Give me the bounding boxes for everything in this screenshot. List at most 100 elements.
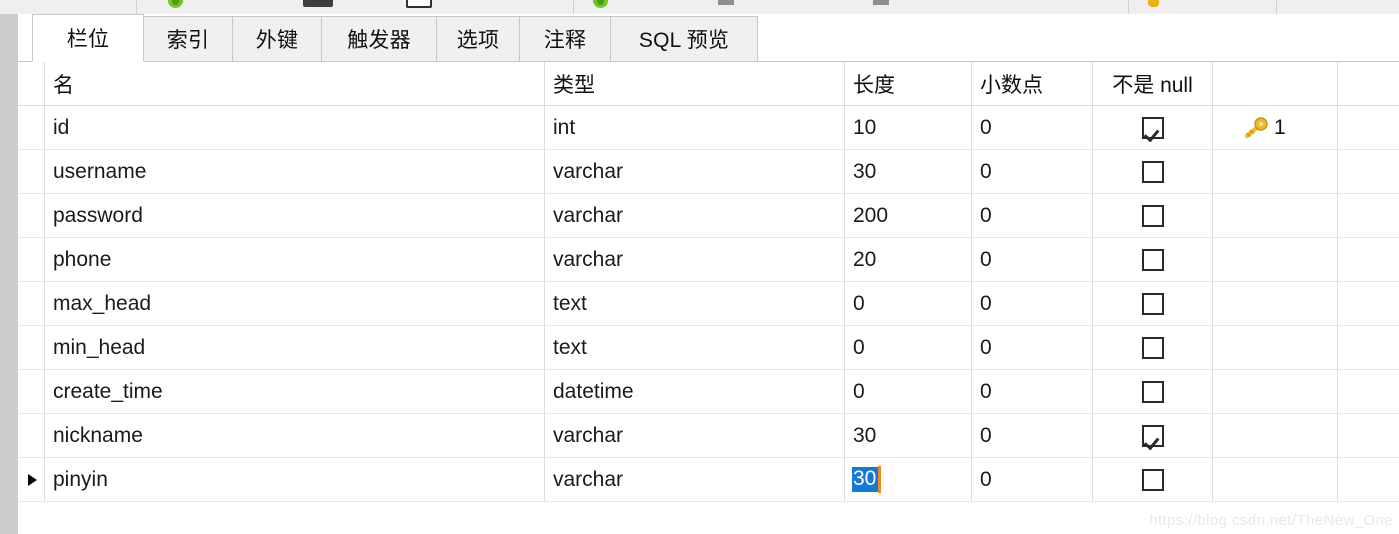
field-name-cell[interactable]: phone — [45, 238, 545, 281]
field-name-cell[interactable]: nickname — [45, 414, 545, 457]
field-name-cell[interactable]: min_head — [45, 326, 545, 369]
move-down-icon[interactable] — [873, 0, 889, 5]
row-marker-cell[interactable] — [18, 150, 45, 193]
field-name-cell[interactable]: id — [45, 106, 545, 149]
field-type-cell[interactable]: text — [545, 326, 845, 369]
not-null-checkbox-cell[interactable] — [1093, 326, 1213, 369]
row-marker-cell[interactable] — [18, 282, 45, 325]
row-marker-cell[interactable] — [18, 238, 45, 281]
primary-key-cell[interactable]: 1 — [1213, 106, 1338, 149]
field-decimals-cell[interactable]: 0 — [972, 282, 1093, 325]
field-type-cell[interactable]: varchar — [545, 194, 845, 237]
checkbox-unchecked-icon[interactable] — [1141, 336, 1164, 359]
column-primary-key-header[interactable] — [1213, 62, 1338, 105]
field-type-cell[interactable]: varchar — [545, 414, 845, 457]
table-row[interactable]: phone varchar 20 0 — [18, 238, 1399, 282]
not-null-checkbox-cell[interactable] — [1093, 414, 1213, 457]
row-marker-cell[interactable] — [18, 370, 45, 413]
field-decimals-cell[interactable]: 0 — [972, 238, 1093, 281]
field-decimals-cell[interactable]: 0 — [972, 370, 1093, 413]
column-length-header[interactable]: 长度 — [845, 62, 972, 105]
field-decimals-cell[interactable]: 0 — [972, 326, 1093, 369]
field-decimals-cell[interactable]: 0 — [972, 194, 1093, 237]
field-name-cell[interactable]: username — [45, 150, 545, 193]
primary-key-cell[interactable] — [1213, 370, 1338, 413]
add-field-icon[interactable] — [168, 0, 183, 8]
row-marker-cell[interactable] — [18, 326, 45, 369]
column-decimals-header[interactable]: 小数点 — [972, 62, 1093, 105]
checkbox-unchecked-icon[interactable] — [1141, 248, 1164, 271]
primary-key-cell[interactable] — [1213, 326, 1338, 369]
export-window-icon[interactable] — [406, 0, 432, 8]
table-row[interactable]: max_head text 0 0 — [18, 282, 1399, 326]
primary-key-icon[interactable] — [1148, 0, 1159, 7]
field-type-cell[interactable]: int — [545, 106, 845, 149]
tab-2[interactable]: 索引 — [143, 16, 233, 62]
field-length-cell[interactable]: 20 — [845, 238, 972, 281]
not-null-checkbox-cell[interactable] — [1093, 106, 1213, 149]
checkbox-unchecked-icon[interactable] — [1141, 292, 1164, 315]
table-row[interactable]: id int 10 0 1 — [18, 106, 1399, 150]
column-type-header[interactable]: 类型 — [545, 62, 845, 105]
tab-1-active[interactable]: 栏位 — [32, 14, 144, 62]
field-length-cell[interactable]: 0 — [845, 326, 972, 369]
checkbox-unchecked-icon[interactable] — [1141, 468, 1164, 491]
primary-key-cell[interactable] — [1213, 150, 1338, 193]
field-type-cell[interactable]: datetime — [545, 370, 845, 413]
not-null-checkbox-cell[interactable] — [1093, 194, 1213, 237]
field-decimals-cell[interactable]: 0 — [972, 458, 1093, 501]
primary-key-cell[interactable] — [1213, 194, 1338, 237]
table-row[interactable]: password varchar 200 0 — [18, 194, 1399, 238]
checkbox-unchecked-icon[interactable] — [1141, 204, 1164, 227]
field-name-cell[interactable]: max_head — [45, 282, 545, 325]
field-length-cell[interactable]: 30 — [845, 150, 972, 193]
row-marker-cell[interactable] — [18, 106, 45, 149]
checkbox-unchecked-icon[interactable] — [1141, 380, 1164, 403]
column-name-header[interactable]: 名 — [45, 62, 545, 105]
not-null-checkbox-cell[interactable] — [1093, 370, 1213, 413]
table-row[interactable]: nickname varchar 30 0 — [18, 414, 1399, 458]
field-type-cell[interactable]: text — [545, 282, 845, 325]
table-row[interactable]: create_time datetime 0 0 — [18, 370, 1399, 414]
field-name-cell[interactable]: pinyin — [45, 458, 545, 501]
not-null-checkbox-cell[interactable] — [1093, 282, 1213, 325]
field-length-cell[interactable]: 30 — [845, 414, 972, 457]
field-length-cell[interactable]: 0 — [845, 282, 972, 325]
field-type-cell[interactable]: varchar — [545, 150, 845, 193]
row-marker-cell[interactable] — [18, 458, 45, 501]
field-name-cell[interactable]: create_time — [45, 370, 545, 413]
row-marker-cell[interactable] — [18, 194, 45, 237]
field-name-cell[interactable]: password — [45, 194, 545, 237]
primary-key-cell[interactable] — [1213, 414, 1338, 457]
checkbox-unchecked-icon[interactable] — [1141, 160, 1164, 183]
table-row-current[interactable]: pinyin varchar 30 0 — [18, 458, 1399, 502]
checkbox-checked-icon[interactable] — [1141, 116, 1164, 139]
tab-7[interactable]: SQL 预览 — [610, 16, 758, 62]
field-type-cell[interactable]: varchar — [545, 458, 845, 501]
table-row[interactable]: min_head text 0 0 — [18, 326, 1399, 370]
primary-key-cell[interactable] — [1213, 238, 1338, 281]
field-decimals-cell[interactable]: 0 — [972, 414, 1093, 457]
not-null-checkbox-cell[interactable] — [1093, 150, 1213, 193]
tab-3[interactable]: 外键 — [232, 16, 322, 62]
primary-key-cell[interactable] — [1213, 458, 1338, 501]
field-decimals-cell[interactable]: 0 — [972, 150, 1093, 193]
field-decimals-cell[interactable]: 0 — [972, 106, 1093, 149]
field-length-cell[interactable]: 0 — [845, 370, 972, 413]
checkbox-checked-icon[interactable] — [1141, 424, 1164, 447]
primary-key-cell[interactable] — [1213, 282, 1338, 325]
not-null-checkbox-cell[interactable] — [1093, 458, 1213, 501]
field-length-cell-editing[interactable]: 30 — [845, 458, 972, 501]
not-null-checkbox-cell[interactable] — [1093, 238, 1213, 281]
column-not-null-header[interactable]: 不是 null — [1093, 62, 1213, 105]
field-length-cell[interactable]: 200 — [845, 194, 972, 237]
field-length-cell[interactable]: 10 — [845, 106, 972, 149]
tab-5[interactable]: 选项 — [436, 16, 520, 62]
field-type-cell[interactable]: varchar — [545, 238, 845, 281]
fields-grid[interactable]: 名 类型 长度 小数点 不是 null id int 10 0 1 username varchar 3… — [18, 62, 1399, 534]
move-up-icon[interactable] — [718, 0, 734, 5]
tab-4[interactable]: 触发器 — [321, 16, 437, 62]
add-index-icon[interactable] — [593, 0, 608, 8]
tab-6[interactable]: 注释 — [519, 16, 611, 62]
save-icon[interactable] — [303, 0, 333, 7]
